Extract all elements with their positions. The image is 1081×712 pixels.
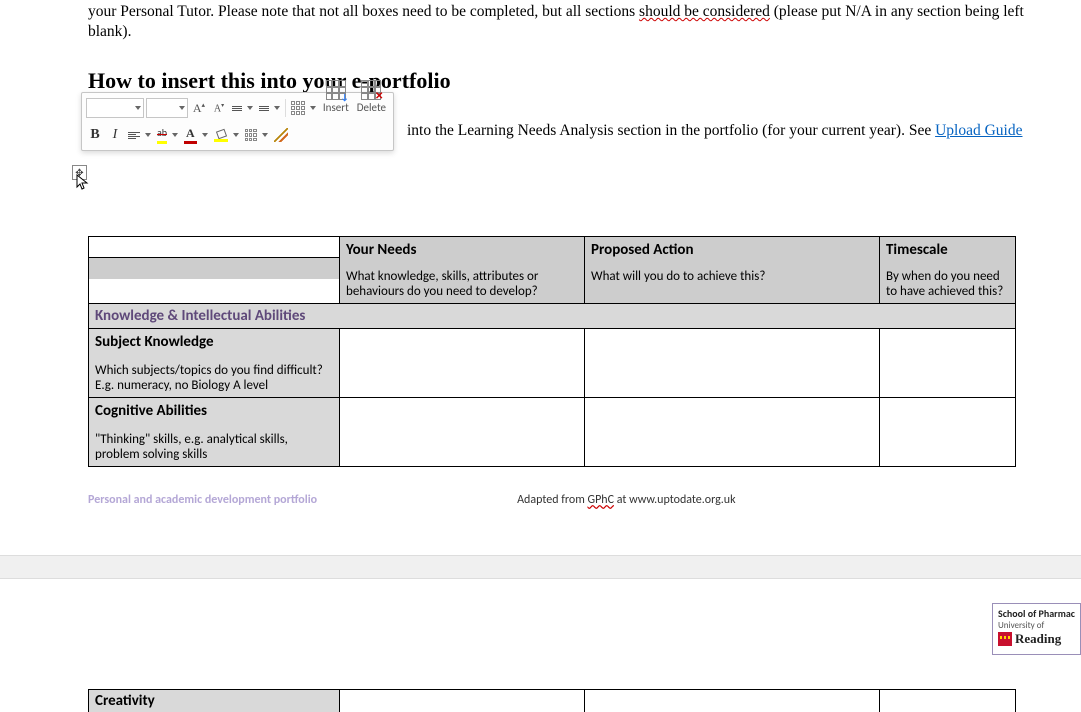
header-blank-cell[interactable] [89, 237, 340, 304]
learning-needs-table[interactable]: Your Needs What knowledge, skills, attri… [88, 236, 1016, 467]
bullets-button[interactable] [230, 97, 255, 119]
shrink-font-button[interactable]: A▾ [210, 97, 228, 119]
cell-needs-1[interactable] [340, 329, 585, 398]
grow-font-button[interactable]: A▴ [190, 97, 208, 119]
table-move-handle[interactable]: ✥ [72, 165, 87, 180]
page-footer: Personal and academic development portfo… [88, 493, 1015, 507]
font-color-button[interactable]: A [182, 124, 210, 146]
delete-button[interactable]: Delete [354, 75, 389, 119]
university-logo: School of Pharmac University of Reading [992, 603, 1081, 655]
upload-guide-link[interactable]: Upload Guide [935, 122, 1022, 139]
intro-paragraph: your Personal Tutor. Please note that no… [88, 0, 1081, 42]
cell-action-1[interactable] [585, 329, 880, 398]
footer-left: Personal and academic development portfo… [88, 493, 317, 507]
highlight-button[interactable]: ab [155, 124, 180, 146]
align-button[interactable] [126, 124, 153, 146]
font-size-combo[interactable] [146, 98, 188, 118]
italic-button[interactable]: I [106, 124, 124, 146]
row-creativity[interactable]: Creativity [89, 690, 340, 712]
borders-button[interactable] [243, 124, 270, 146]
bold-button[interactable]: B [86, 124, 104, 146]
cell-frag-3[interactable] [880, 690, 1016, 712]
cell-time-2[interactable] [880, 398, 1016, 467]
table-grid-button[interactable] [289, 97, 318, 119]
spellcheck-wavy: should be considered [639, 3, 770, 20]
insert-button[interactable]: Insert [320, 75, 352, 119]
row-cognitive-abilities[interactable]: Cognitive Abilities "Thinking" skills, e… [89, 398, 340, 467]
page-break [0, 555, 1081, 579]
header-action[interactable]: Proposed Action What will you do to achi… [585, 237, 880, 304]
format-painter-button[interactable] [272, 124, 290, 146]
header-needs[interactable]: Your Needs What knowledge, skills, attri… [340, 237, 585, 304]
row-subject-knowledge[interactable]: Subject Knowledge Which subjects/topics … [89, 329, 340, 398]
cell-frag-1[interactable] [340, 690, 585, 712]
cell-frag-2[interactable] [585, 690, 880, 712]
cell-time-1[interactable] [880, 329, 1016, 398]
section-knowledge[interactable]: Knowledge & Intellectual Abilities [89, 304, 1016, 329]
section-heading: How to insert this into your e-portfolio [88, 68, 1081, 94]
cell-needs-2[interactable] [340, 398, 585, 467]
header-timescale[interactable]: Timescale By when do you need to have ac… [880, 237, 1016, 304]
shading-button[interactable] [212, 124, 241, 146]
footer-right: Adapted from GPhC at www.uptodate.org.uk [517, 493, 735, 507]
shield-icon [998, 632, 1012, 646]
numbering-button[interactable] [257, 97, 282, 119]
cell-action-2[interactable] [585, 398, 880, 467]
mini-toolbar: A▴ A▾ Insert Delete [81, 92, 394, 151]
table-fragment[interactable]: Creativity [88, 689, 1016, 712]
font-family-combo[interactable] [86, 98, 144, 118]
